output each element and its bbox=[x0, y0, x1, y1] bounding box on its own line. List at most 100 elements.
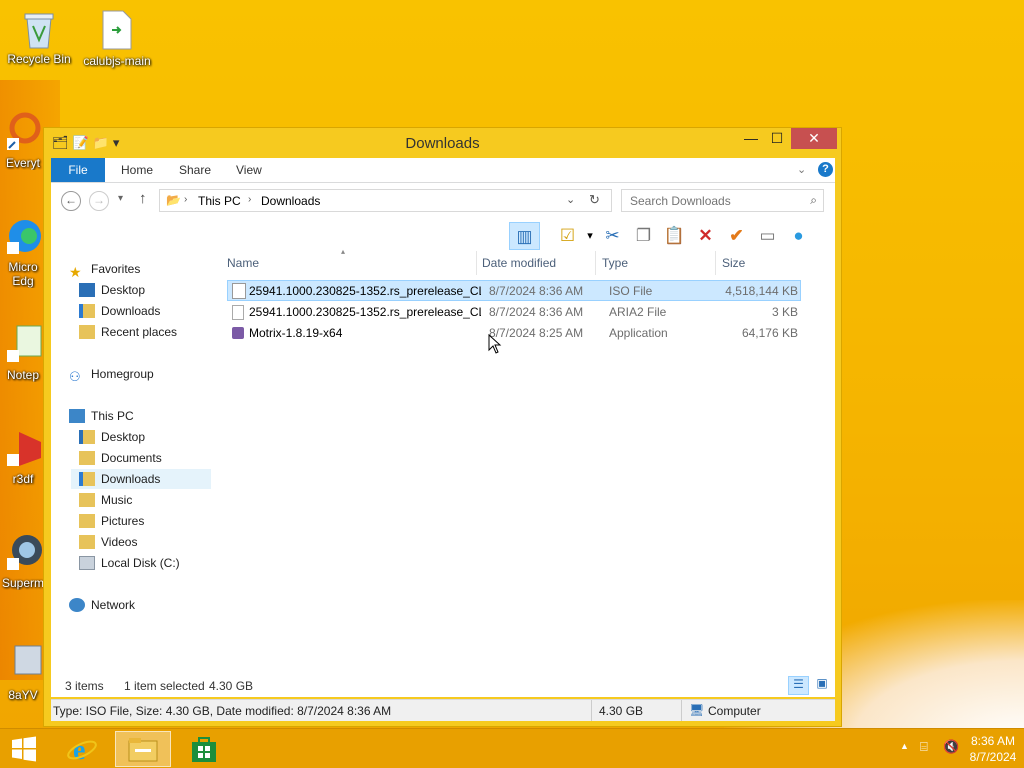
file-name: 25941.1000.230825-1352.rs_prerelease_CLI… bbox=[249, 284, 481, 298]
title-bar[interactable]: 🗂 📝 📁 ▾ Downloads — ☐ ✕ bbox=[44, 128, 841, 158]
paste-icon[interactable]: 📋 bbox=[659, 222, 690, 250]
clock-date[interactable]: 8/7/2024 bbox=[964, 750, 1022, 764]
breadcrumb-downloads[interactable]: Downloads bbox=[261, 194, 320, 208]
nav-label: Downloads bbox=[101, 472, 161, 486]
divider bbox=[681, 700, 682, 721]
preview-pane-icon[interactable]: ▥ bbox=[509, 222, 540, 250]
network-status-icon[interactable]: ⌸ bbox=[920, 739, 928, 755]
taskbar: e ▲ ⌸ 🔇 8:36 AM 8/7/2024 bbox=[0, 728, 1024, 768]
search-icon: ⌕ bbox=[810, 193, 817, 207]
show-hidden-icons-icon[interactable]: ▲ bbox=[900, 741, 909, 751]
status-bar: Type: ISO File, Size: 4.30 GB, Date modi… bbox=[51, 699, 835, 721]
nav-pc-documents[interactable]: Documents bbox=[79, 448, 162, 468]
maximize-button[interactable]: ☐ bbox=[763, 128, 791, 149]
file-explorer-icon bbox=[128, 738, 158, 762]
delete-icon[interactable]: ✕ bbox=[690, 222, 721, 250]
minimize-button[interactable]: — bbox=[737, 128, 765, 149]
nav-label: Desktop bbox=[101, 430, 146, 444]
details-view-icon[interactable]: ☰ bbox=[788, 676, 809, 695]
column-name[interactable]: Name bbox=[221, 251, 477, 275]
nav-fav-recent-places[interactable]: Recent places bbox=[79, 322, 177, 342]
cut-icon[interactable]: ✂ bbox=[597, 222, 628, 250]
downloads-folder-icon bbox=[79, 472, 95, 486]
select-icon[interactable]: ▭ bbox=[752, 222, 783, 250]
desktop-icon-notepad[interactable]: Notep bbox=[1, 324, 45, 382]
copy-icon[interactable]: ❐ bbox=[628, 222, 659, 250]
address-field[interactable]: 📂 › This PC › Downloads ⌄ ↻ bbox=[159, 189, 612, 212]
nav-this-pc[interactable]: This PC bbox=[69, 406, 134, 426]
refresh-icon[interactable]: ↻ bbox=[589, 192, 600, 208]
nav-label: Music bbox=[101, 493, 133, 507]
recycle-bin-icon bbox=[19, 8, 59, 49]
tab-view[interactable]: View bbox=[236, 158, 262, 182]
nav-pc-downloads[interactable]: Downloads bbox=[71, 469, 211, 489]
expand-ribbon-icon[interactable]: ⌄ bbox=[797, 163, 806, 176]
chevron-right-icon[interactable]: › bbox=[184, 194, 187, 205]
taskbar-file-explorer[interactable] bbox=[115, 731, 171, 767]
file-shortcut-icon bbox=[97, 10, 137, 50]
notepad-icon bbox=[3, 324, 43, 364]
search-box[interactable]: ⌕ bbox=[621, 189, 824, 212]
column-type[interactable]: Type bbox=[596, 251, 716, 275]
column-date-modified[interactable]: Date modified bbox=[476, 251, 596, 275]
explorer-window: 🗂 📝 📁 ▾ Downloads — ☐ ✕ File Home Share … bbox=[43, 127, 842, 727]
desktop-icon-recycle-bin[interactable]: Recycle Bin bbox=[1, 8, 77, 66]
file-type: ISO File bbox=[609, 284, 653, 298]
start-button[interactable] bbox=[0, 731, 48, 767]
back-button[interactable]: ← bbox=[61, 191, 81, 211]
file-size: 4,518,144 KB bbox=[725, 284, 798, 298]
chat-icon[interactable]: ● bbox=[783, 222, 814, 250]
tab-file[interactable]: File bbox=[51, 158, 105, 182]
desktop-icon-edge[interactable]: Micro Edg bbox=[1, 216, 45, 288]
desktop-icon-label: 8aYV bbox=[8, 688, 38, 702]
large-icons-view-icon[interactable]: ▣ bbox=[813, 676, 831, 695]
nav-pc-pictures[interactable]: Pictures bbox=[79, 511, 144, 531]
nav-pc-music[interactable]: Music bbox=[79, 490, 132, 510]
nav-fav-downloads[interactable]: Downloads bbox=[79, 301, 160, 321]
breadcrumb-this-pc[interactable]: This PC bbox=[198, 194, 241, 208]
homegroup-icon: ⚇ bbox=[69, 369, 81, 384]
navigation-pane: ★ Favorites Desktop Downloads Recent plac… bbox=[51, 217, 211, 677]
volume-muted-icon[interactable]: 🔇 bbox=[943, 739, 959, 755]
desktop-icon-superm[interactable]: Superm bbox=[1, 532, 45, 590]
desktop-icon-r3df[interactable]: r3df bbox=[1, 428, 45, 486]
nav-network[interactable]: Network bbox=[69, 595, 135, 615]
table-row[interactable]: Motrix-1.8.19-x64 8/7/2024 8:25 AM Appli… bbox=[227, 323, 801, 344]
computer-icon: 🖥 bbox=[689, 703, 705, 717]
desktop-icon-calubjs-main[interactable]: calubjs-main bbox=[79, 10, 155, 68]
properties-icon[interactable]: ☑ bbox=[552, 222, 583, 250]
desktop-icon-everything[interactable]: Everyt bbox=[1, 112, 45, 170]
recent-locations-icon[interactable]: ▾ bbox=[118, 193, 123, 204]
sort-ascending-icon: ▴ bbox=[341, 247, 346, 256]
tab-share[interactable]: Share bbox=[179, 158, 211, 182]
forward-button[interactable]: → bbox=[89, 191, 109, 211]
nav-homegroup[interactable]: ⚇ Homegroup bbox=[69, 364, 154, 384]
search-input[interactable] bbox=[630, 194, 800, 208]
downloads-folder-icon bbox=[79, 304, 95, 318]
circle-app-icon bbox=[3, 532, 43, 572]
taskbar-store[interactable] bbox=[176, 731, 232, 767]
close-button[interactable]: ✕ bbox=[791, 128, 837, 149]
taskbar-internet-explorer[interactable]: e bbox=[54, 731, 110, 767]
rename-icon[interactable]: ✔ bbox=[721, 222, 752, 250]
clock-time[interactable]: 8:36 AM bbox=[964, 734, 1022, 748]
selected-size: 4.30 GB bbox=[209, 679, 254, 693]
properties-dropdown-icon[interactable]: ▾ bbox=[583, 222, 597, 250]
nav-fav-desktop[interactable]: Desktop bbox=[79, 280, 145, 300]
nav-pc-videos[interactable]: Videos bbox=[79, 532, 137, 552]
table-row[interactable]: 25941.1000.230825-1352.rs_prerelease_CLI… bbox=[227, 280, 801, 301]
nav-pc-local-disk[interactable]: Local Disk (C:) bbox=[79, 553, 180, 573]
nav-pc-desktop[interactable]: Desktop bbox=[79, 427, 145, 447]
desktop-icon-8ayv[interactable]: 8aYV bbox=[1, 644, 45, 702]
network-icon bbox=[69, 598, 85, 612]
address-dropdown-icon[interactable]: ⌄ bbox=[566, 193, 575, 206]
column-size[interactable]: Size bbox=[716, 251, 802, 275]
up-button[interactable]: ↑ bbox=[139, 190, 147, 207]
nav-favorites[interactable]: ★ Favorites bbox=[69, 259, 140, 280]
desktop-icon-label: Everyt bbox=[5, 156, 40, 170]
chevron-right-icon[interactable]: › bbox=[248, 194, 251, 205]
table-row[interactable]: 25941.1000.230825-1352.rs_prerelease_CLI… bbox=[227, 302, 801, 323]
nav-label: Pictures bbox=[101, 514, 145, 528]
help-icon[interactable]: ? bbox=[818, 162, 833, 177]
tab-home[interactable]: Home bbox=[121, 158, 153, 182]
